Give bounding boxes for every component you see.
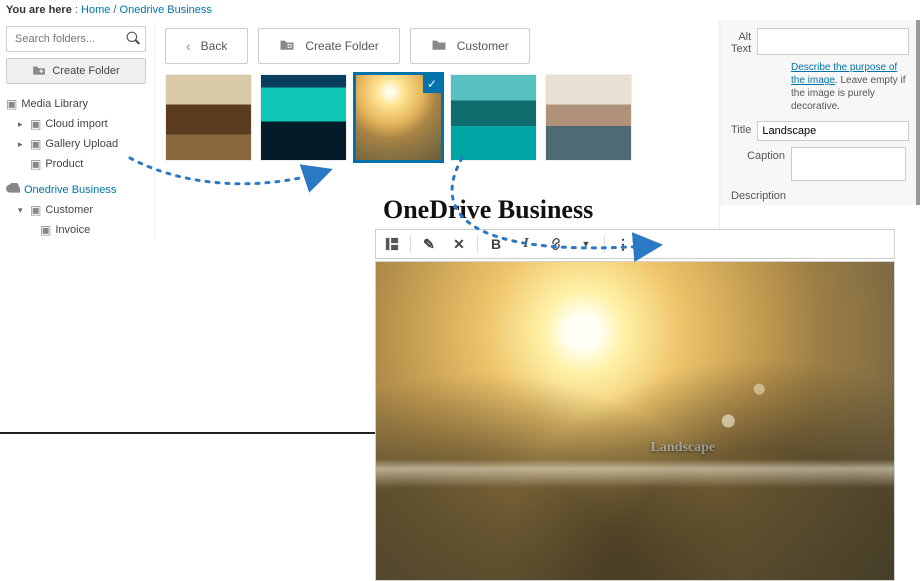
breadcrumb: You are here : Home / Onedrive Business bbox=[0, 0, 920, 20]
folder-plus-icon bbox=[279, 38, 295, 54]
details-pane: Alt Text Describe the purpose of the ima… bbox=[720, 20, 920, 205]
breadcrumb-home[interactable]: Home bbox=[81, 4, 110, 16]
folder-tree: ▣ Media Library ▸ ▣ Cloud import ▸ ▣ Gal… bbox=[6, 94, 146, 240]
breadcrumb-current[interactable]: Onedrive Business bbox=[120, 4, 212, 16]
thumbnail-5[interactable] bbox=[545, 74, 632, 161]
chevron-down-icon[interactable]: ▼ bbox=[574, 232, 598, 256]
sidebar: Create Folder ▣ Media Library ▸ ▣ Cloud … bbox=[0, 20, 155, 240]
link-icon[interactable] bbox=[544, 232, 568, 256]
toolbar: ‹ Back Create Folder Customer bbox=[165, 28, 709, 64]
folder-icon: ▣ bbox=[30, 134, 41, 154]
thumbnail-grid: ✓ bbox=[165, 74, 709, 161]
folder-icon: ▣ bbox=[6, 94, 17, 114]
thumbnail-2[interactable] bbox=[260, 74, 347, 161]
create-folder-toolbar-button[interactable]: Create Folder bbox=[258, 28, 399, 64]
caption-label: Caption bbox=[731, 147, 785, 181]
customer-folder-button[interactable]: Customer bbox=[410, 28, 530, 64]
create-folder-button[interactable]: Create Folder bbox=[6, 58, 146, 84]
editor-heading: OneDrive Business bbox=[375, 195, 895, 225]
tree-onedrive-business[interactable]: Onedrive Business bbox=[6, 180, 146, 200]
thumbnail-1[interactable] bbox=[165, 74, 252, 161]
caret-icon: ▸ bbox=[18, 114, 26, 134]
folder-icon: ▣ bbox=[40, 220, 51, 240]
tree-customer[interactable]: ▾ ▣ Customer bbox=[6, 200, 146, 220]
folder-plus-icon bbox=[32, 64, 46, 79]
search-input[interactable] bbox=[6, 26, 146, 52]
editor-image[interactable]: Landscape bbox=[375, 261, 895, 581]
editor-preview: OneDrive Business ✎ ✕ B I ▼ ⋮ Landscape bbox=[375, 195, 895, 581]
folder-icon: ▣ bbox=[30, 154, 41, 174]
editor-image-caption: Landscape bbox=[651, 440, 716, 456]
italic-button[interactable]: I bbox=[514, 232, 538, 256]
tree-invoice[interactable]: ▣ Invoice bbox=[6, 220, 146, 240]
cloud-icon bbox=[6, 180, 20, 200]
breadcrumb-label: You are here bbox=[6, 4, 72, 16]
chevron-left-icon: ‹ bbox=[186, 38, 191, 54]
title-input[interactable] bbox=[757, 121, 909, 141]
tree-product[interactable]: ▣ Product bbox=[6, 154, 146, 174]
back-button[interactable]: ‹ Back bbox=[165, 28, 248, 64]
layout-icon[interactable] bbox=[380, 232, 404, 256]
close-icon[interactable]: ✕ bbox=[447, 232, 471, 256]
caret-icon: ▸ bbox=[18, 134, 26, 154]
folder-icon: ▣ bbox=[30, 200, 41, 220]
more-icon[interactable]: ⋮ bbox=[611, 232, 635, 256]
bold-button[interactable]: B bbox=[484, 232, 508, 256]
caption-input[interactable] bbox=[791, 147, 906, 181]
tree-media-library[interactable]: ▣ Media Library bbox=[6, 94, 146, 114]
folder-icon bbox=[431, 38, 447, 54]
folder-icon: ▣ bbox=[30, 114, 41, 134]
tree-gallery-upload[interactable]: ▸ ▣ Gallery Upload bbox=[6, 134, 146, 154]
alt-text-label: Alt Text bbox=[731, 28, 751, 55]
search-container bbox=[6, 26, 146, 52]
pencil-icon[interactable]: ✎ bbox=[417, 232, 441, 256]
thumbnail-3[interactable]: ✓ bbox=[355, 74, 442, 161]
alt-text-hint: Describe the purpose of the image. Leave… bbox=[791, 61, 906, 113]
title-label: Title bbox=[731, 121, 751, 141]
check-icon: ✓ bbox=[423, 75, 441, 93]
thumbnail-4[interactable] bbox=[450, 74, 537, 161]
tree-cloud-import[interactable]: ▸ ▣ Cloud import bbox=[6, 114, 146, 134]
alt-text-input[interactable] bbox=[757, 28, 909, 55]
caret-down-icon: ▾ bbox=[18, 200, 26, 220]
editor-toolbar: ✎ ✕ B I ▼ ⋮ bbox=[375, 229, 895, 259]
